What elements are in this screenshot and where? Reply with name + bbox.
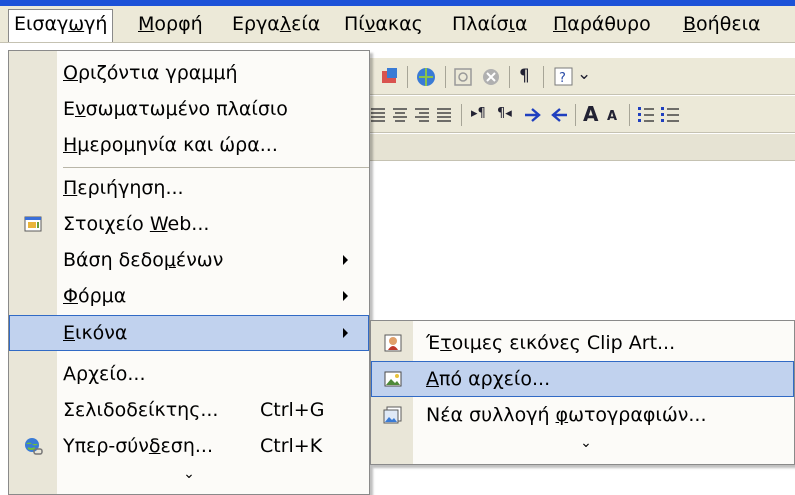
insert-menu-dropdown: Οριζόντια γραμμή Ενσωματωμένο πλαίσιο Ημ… (8, 50, 370, 495)
stop-icon[interactable] (481, 67, 501, 87)
clip-art-icon (384, 334, 402, 352)
menu-table[interactable]: Πίνακας (338, 10, 429, 38)
photo-album-icon (383, 406, 402, 424)
menu-frames[interactable]: Πλαίσια (446, 10, 534, 38)
list-icons[interactable] (637, 105, 681, 125)
menu-item-file[interactable]: Αρχείο... (9, 356, 369, 392)
toolbar-separator (543, 66, 544, 88)
hyperlink-globe-icon (25, 438, 43, 455)
ltr-icon[interactable]: ▸¶ (471, 102, 486, 126)
alignment-icons[interactable] (369, 105, 453, 125)
menu-item-inline-frame[interactable]: Ενσωματωμένο πλαίσιο (9, 91, 369, 127)
menu-format[interactable]: Μορφή (132, 10, 209, 38)
menu-item-hyperlink[interactable]: Υπερ-σύνδεση... Ctrl+K (9, 428, 369, 464)
menu-item-date-time[interactable]: Ημερομηνία και ώρα... (9, 127, 369, 163)
toolbar-separator (461, 104, 462, 126)
menu-item-form[interactable]: Φόρμα (9, 278, 369, 314)
pilcrow-icon[interactable]: ¶ (519, 64, 530, 88)
expand-menu-icon[interactable]: ⌄ (179, 466, 199, 482)
menu-item-database[interactable]: Βάση δεδομένων (9, 242, 369, 278)
menu-window[interactable]: Παράθυρο (547, 10, 657, 38)
shortcut-label: Ctrl+K (260, 435, 323, 457)
arrow-right-icon[interactable] (523, 106, 543, 124)
paint-icon[interactable] (379, 66, 401, 88)
toolbar-options-icon[interactable]: ⌄ (577, 62, 591, 86)
picture-submenu: Έτοιμες εικόνες Clip Art... Από αρχείο..… (370, 320, 795, 465)
grow-font-icon[interactable]: A (583, 102, 598, 126)
menu-item-web-component[interactable]: Στοιχείο Web... (9, 206, 369, 242)
menu-help[interactable]: Βοήθεια (677, 10, 767, 38)
submenu-item-from-file[interactable]: Από αρχείο... (371, 361, 794, 397)
menu-bar: Εισαγωγή Μορφή Εργαλεία Πίνακας Πλαίσια … (0, 6, 795, 43)
expand-submenu-icon[interactable]: ⌄ (576, 435, 596, 451)
shortcut-label: Ctrl+G (260, 399, 325, 421)
formatting-toolbar: ▸¶ ¶◂ A A (365, 96, 795, 133)
menu-item-horizontal-line[interactable]: Οριζόντια γραμμή (9, 55, 369, 91)
shrink-font-icon[interactable]: A (607, 105, 617, 129)
toolbar-separator (407, 66, 408, 88)
from-file-picture-icon (384, 371, 402, 387)
submenu-item-photo-album[interactable]: Νέα συλλογή φωτογραφιών... (371, 397, 794, 433)
menu-insert[interactable]: Εισαγωγή (8, 9, 114, 42)
submenu-item-clip-art[interactable]: Έτοιμες εικόνες Clip Art... (371, 325, 794, 361)
submenu-arrow-icon (343, 291, 348, 301)
toolbar-separator (509, 66, 510, 88)
submenu-arrow-icon (343, 328, 348, 338)
toolbar-separator (575, 104, 576, 126)
arrow-left-icon[interactable] (549, 106, 569, 124)
globe-icon[interactable] (415, 66, 437, 88)
rtl-icon[interactable]: ¶◂ (497, 102, 512, 126)
svg-text:?: ? (559, 71, 566, 86)
web-component-icon (24, 216, 42, 232)
menu-item-bookmark[interactable]: Σελιδοδείκτης... Ctrl+G (9, 392, 369, 428)
toolbar-separator (445, 66, 446, 88)
standard-toolbar: ¶ ? ⌄ (365, 58, 795, 95)
menu-item-picture[interactable]: Εικόνα (9, 315, 369, 351)
submenu-arrow-icon (343, 255, 348, 265)
menu-tools[interactable]: Εργαλεία (226, 10, 326, 38)
help-icon[interactable]: ? (553, 66, 575, 88)
toolbar-separator (629, 104, 630, 126)
menu-separator (63, 167, 369, 168)
ruler-strip (365, 134, 795, 161)
refresh-icon[interactable] (453, 67, 473, 87)
menu-item-marquee[interactable]: Περιήγηση... (9, 170, 369, 206)
